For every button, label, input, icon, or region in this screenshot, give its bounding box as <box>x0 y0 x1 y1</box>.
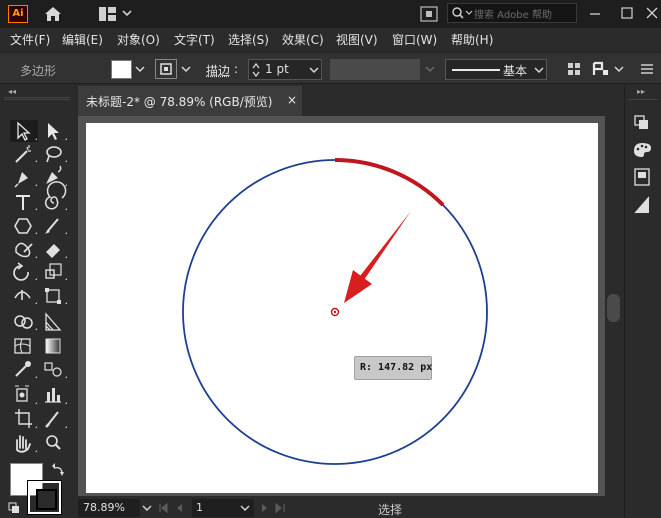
zoom-chevron-icon[interactable] <box>142 504 152 512</box>
radius-readout-tooltip: R: 147.82 px <box>354 356 432 380</box>
pointer-arrow <box>344 211 411 303</box>
radius-readout-text: R: 147.82 px <box>360 362 433 373</box>
gradient-panel-icon[interactable] <box>634 196 650 214</box>
center-point-marker <box>330 307 340 317</box>
artboard-number-value: 1 <box>196 501 203 514</box>
artboard-nav-prev-icons[interactable] <box>158 502 188 514</box>
zoom-level-field[interactable]: 78.89% <box>78 499 140 517</box>
status-bar: 78.89% 1 选择 <box>78 497 624 518</box>
artboard-chevron-icon[interactable] <box>240 504 250 512</box>
color-guide-panel-icon[interactable] <box>634 168 650 186</box>
properties-panel-icon[interactable] <box>634 115 648 129</box>
highlighted-arc <box>334 158 445 207</box>
zoom-level-value: 78.89% <box>83 501 125 514</box>
current-tool-status: 选择 <box>378 503 403 517</box>
vertical-scrollbar[interactable] <box>605 116 622 496</box>
artwork-layer <box>182 158 488 465</box>
vertical-scrollbar-thumb[interactable] <box>607 294 620 322</box>
color-panel-icon[interactable] <box>634 143 651 157</box>
artboard-nav-next-icons[interactable] <box>258 502 288 514</box>
right-dock-icons <box>634 115 651 214</box>
